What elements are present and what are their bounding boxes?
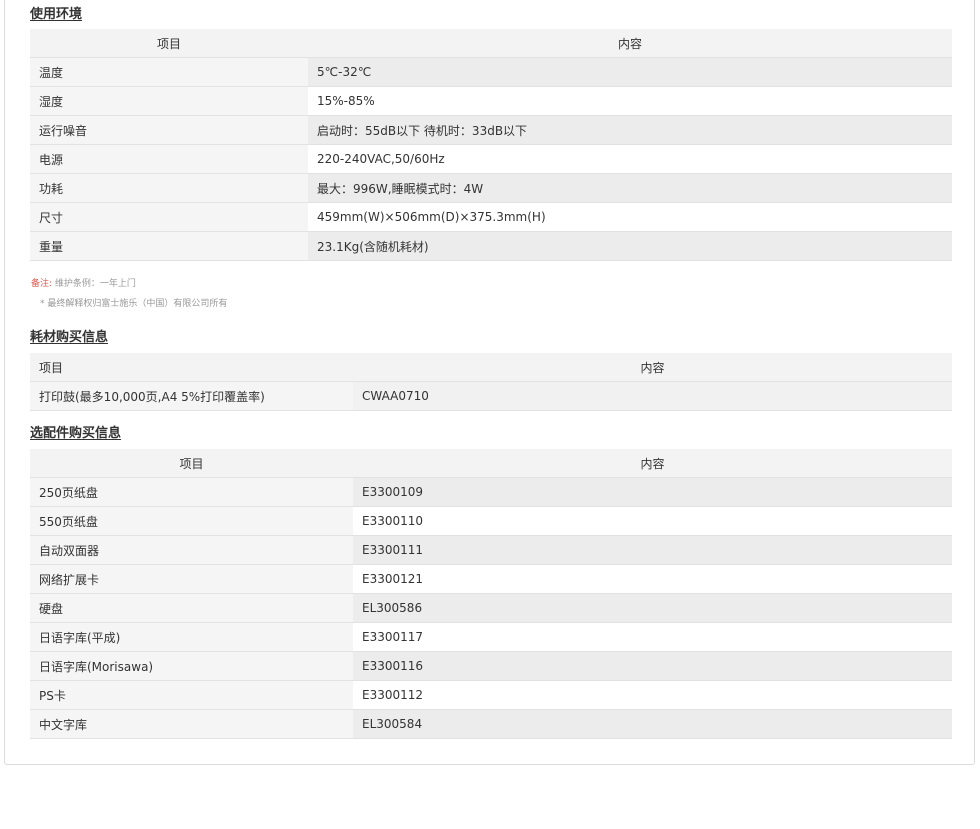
- table-row: 硬盘 EL300586: [30, 593, 952, 623]
- env-table-header: 项目 内容: [30, 29, 952, 58]
- row-label: 打印鼓(最多10,000页,A4 5%打印覆盖率): [30, 381, 353, 411]
- row-value: CWAA0710: [353, 381, 952, 411]
- row-value: 15%-85%: [308, 86, 952, 116]
- env-header-item: 项目: [30, 29, 308, 58]
- table-row: 中文字库 EL300584: [30, 709, 952, 739]
- row-value: 459mm(W)×506mm(D)×375.3mm(H): [308, 202, 952, 232]
- row-label: 网络扩展卡: [30, 564, 353, 594]
- table-row: 电源 220-240VAC,50/60Hz: [30, 144, 952, 174]
- consumables-table: 项目 内容 打印鼓(最多10,000页,A4 5%打印覆盖率) CWAA0710: [30, 353, 952, 411]
- row-label: 尺寸: [30, 202, 308, 232]
- consumables-section-title: 耗材购买信息: [30, 330, 109, 345]
- options-table: 项目 内容 250页纸盘 E3300109 550页纸盘 E3300110 自动…: [30, 449, 952, 739]
- consumables-table-header: 项目 内容: [30, 353, 952, 382]
- table-row: 湿度 15%-85%: [30, 86, 952, 116]
- table-row: 温度 5℃-32℃: [30, 57, 952, 87]
- remark-label: 备注:: [31, 279, 53, 289]
- consumables-header-item: 项目: [30, 353, 353, 382]
- row-label: 温度: [30, 57, 308, 87]
- row-label: 运行噪音: [30, 115, 308, 145]
- table-row: 重量 23.1Kg(含随机耗材): [30, 231, 952, 261]
- row-label: 湿度: [30, 86, 308, 116]
- footnote: * 最终解释权归富士施乐（中国）有限公司所有: [40, 299, 228, 309]
- row-value: 220-240VAC,50/60Hz: [308, 144, 952, 174]
- row-value: 5℃-32℃: [308, 57, 952, 87]
- row-value: EL300584: [353, 709, 952, 739]
- row-label: PS卡: [30, 680, 353, 710]
- table-row: 550页纸盘 E3300110: [30, 506, 952, 536]
- table-row: 打印鼓(最多10,000页,A4 5%打印覆盖率) CWAA0710: [30, 381, 952, 411]
- env-header-content: 内容: [308, 29, 952, 58]
- options-header-content: 内容: [353, 449, 952, 478]
- row-label: 日语字库(平成): [30, 622, 353, 652]
- table-row: PS卡 E3300112: [30, 680, 952, 710]
- consumables-header-content: 内容: [353, 353, 952, 382]
- options-table-header: 项目 内容: [30, 449, 952, 478]
- table-row: 网络扩展卡 E3300121: [30, 564, 952, 594]
- table-row: 运行噪音 启动时：55dB以下 待机时：33dB以下: [30, 115, 952, 145]
- remark-text: 维护条例：一年上门: [54, 279, 136, 289]
- row-value: 23.1Kg(含随机耗材): [308, 231, 952, 261]
- row-label: 日语字库(Morisawa): [30, 651, 353, 681]
- row-label: 自动双面器: [30, 535, 353, 565]
- row-value: E3300117: [353, 622, 952, 652]
- row-value: E3300111: [353, 535, 952, 565]
- row-label: 电源: [30, 144, 308, 174]
- row-value: E3300112: [353, 680, 952, 710]
- options-section-title: 选配件购买信息: [30, 426, 122, 441]
- remark-note: 备注: 维护条例：一年上门: [31, 276, 136, 289]
- row-label: 功耗: [30, 173, 308, 203]
- env-table: 项目 内容 温度 5℃-32℃ 湿度 15%-85% 运行噪音 启动时：55dB…: [30, 29, 952, 261]
- row-label: 250页纸盘: [30, 477, 353, 507]
- row-value: E3300121: [353, 564, 952, 594]
- row-value: 最大：996W,睡眠模式时：4W: [308, 173, 952, 203]
- options-header-item: 项目: [30, 449, 353, 478]
- row-value: 启动时：55dB以下 待机时：33dB以下: [308, 115, 952, 145]
- table-row: 自动双面器 E3300111: [30, 535, 952, 565]
- table-row: 250页纸盘 E3300109: [30, 477, 952, 507]
- table-row: 日语字库(平成) E3300117: [30, 622, 952, 652]
- table-row: 尺寸 459mm(W)×506mm(D)×375.3mm(H): [30, 202, 952, 232]
- row-value: E3300109: [353, 477, 952, 507]
- table-row: 功耗 最大：996W,睡眠模式时：4W: [30, 173, 952, 203]
- row-label: 中文字库: [30, 709, 353, 739]
- row-label: 550页纸盘: [30, 506, 353, 536]
- row-label: 硬盘: [30, 593, 353, 623]
- row-value: E3300110: [353, 506, 952, 536]
- env-section-title: 使用环境: [30, 7, 83, 22]
- row-value: E3300116: [353, 651, 952, 681]
- table-row: 日语字库(Morisawa) E3300116: [30, 651, 952, 681]
- row-value: EL300586: [353, 593, 952, 623]
- row-label: 重量: [30, 231, 308, 261]
